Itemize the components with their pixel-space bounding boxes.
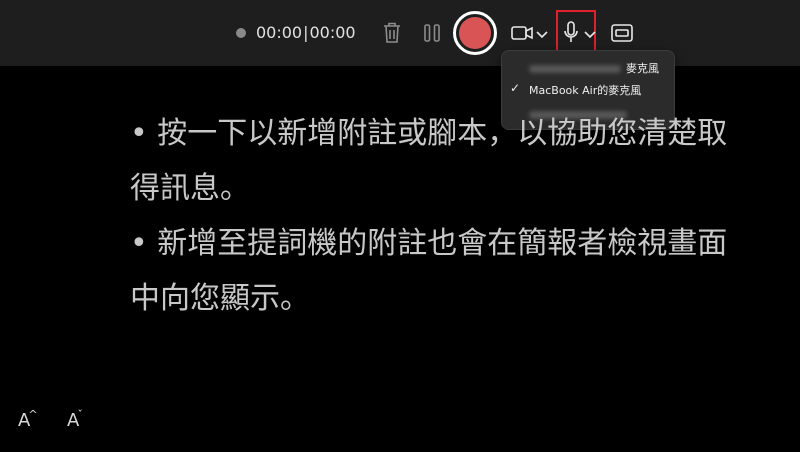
notes-paragraph: • 新增至提詞機的附註也會在簡報者檢視畫面中向您顯示。 xyxy=(130,226,728,316)
timer-total: 00:00 xyxy=(309,23,356,42)
caret-up-icon: ^ xyxy=(28,408,38,421)
increase-font-size-button[interactable]: A^ xyxy=(18,408,40,434)
pause-icon[interactable] xyxy=(421,22,443,44)
chevron-down-icon[interactable] xyxy=(583,26,597,40)
decrease-font-size-button[interactable]: Aˇ xyxy=(67,408,85,434)
recording-timer: 00:00|00:00 xyxy=(256,22,356,44)
redacted-device-name xyxy=(529,65,621,73)
menu-item-label: MacBook Air的麥克風 xyxy=(529,84,642,97)
recording-toolbar: 00:00|00:00 xyxy=(0,0,800,66)
layout-icon[interactable] xyxy=(610,22,634,44)
timer-elapsed: 00:00 xyxy=(256,23,303,42)
chevron-down-icon[interactable] xyxy=(535,26,549,40)
menu-item-label: 麥克風 xyxy=(626,62,659,75)
menu-item-microphone-1[interactable]: 麥克風 xyxy=(502,57,674,79)
checkmark-icon: ✓ xyxy=(510,81,521,95)
record-indicator xyxy=(459,17,491,49)
camera-icon[interactable] xyxy=(510,22,534,44)
notes-paragraph: • 按一下以新增附註或腳本，以協助您清楚取得訊息。 xyxy=(130,116,728,206)
microphone-icon[interactable] xyxy=(562,20,580,46)
caret-down-icon: ˇ xyxy=(77,408,83,421)
recording-status-dot xyxy=(236,28,246,38)
teleprompter-notes[interactable]: • 按一下以新增附註或腳本，以協助您清楚取得訊息。 • 新增至提詞機的附註也會在… xyxy=(130,106,730,326)
menu-item-macbook-air-microphone[interactable]: ✓ MacBook Air的麥克風 xyxy=(502,79,674,101)
trash-icon[interactable] xyxy=(380,20,404,46)
record-button[interactable] xyxy=(453,11,497,55)
timer-separator: | xyxy=(303,23,309,42)
